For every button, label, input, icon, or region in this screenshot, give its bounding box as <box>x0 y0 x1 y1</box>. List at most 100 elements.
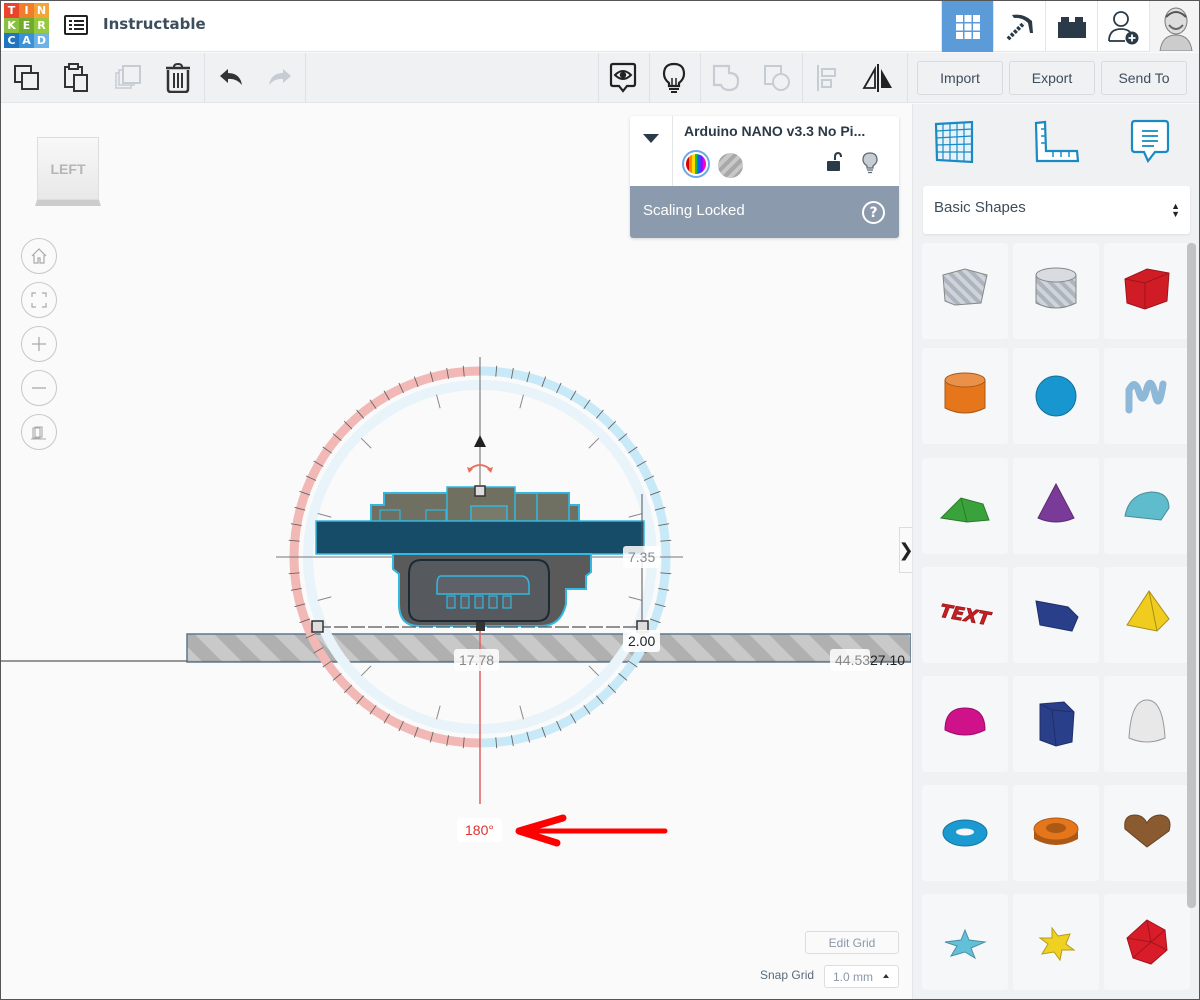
workplane[interactable]: LEFT 7.35 2.00 17.78 44.53 27.10 180° Ar… <box>1 104 914 1000</box>
copy-button[interactable] <box>10 61 44 95</box>
import-button[interactable]: Import <box>917 61 1003 95</box>
shape-tile-text[interactable]: TEXT <box>922 567 1008 663</box>
notes-button[interactable] <box>606 61 640 95</box>
shape-tile-tube[interactable] <box>1013 785 1099 881</box>
sphere-shape-icon <box>1035 375 1077 417</box>
workplane-tab[interactable] <box>929 116 979 168</box>
paste-button[interactable] <box>59 61 93 95</box>
show-all-button[interactable] <box>657 61 691 95</box>
toolbar: Import Export Send To <box>1 53 1199 103</box>
rotation-major-tick <box>588 437 600 449</box>
3d-design-view-button[interactable] <box>941 1 993 52</box>
shapes-scrollbar[interactable] <box>1187 243 1196 908</box>
inspector-header: Arduino NANO v3.3 No Pi... <box>630 116 899 186</box>
shape-tile-polygon[interactable] <box>1013 676 1099 772</box>
workplane-canvas[interactable] <box>1 104 911 1000</box>
help-icon[interactable]: ? <box>862 201 885 224</box>
project-title[interactable]: Instructable <box>103 15 206 33</box>
zoom-in-icon <box>32 337 46 351</box>
fit-view-button[interactable] <box>21 282 57 318</box>
toolbar-divider <box>204 53 205 103</box>
paste-icon <box>64 63 88 92</box>
shape-category-select[interactable]: Basic Shapes ▲ ▼ <box>923 186 1190 234</box>
bricks-button[interactable] <box>1045 1 1097 52</box>
paraboloid-shape-icon <box>1128 699 1166 743</box>
snap-grid-select[interactable]: 1.0 mm <box>824 965 899 988</box>
object-name[interactable]: Arduino NANO v3.3 No Pi... <box>684 123 865 139</box>
redo-button[interactable] <box>263 61 297 95</box>
view-cube-face[interactable]: LEFT <box>37 137 99 200</box>
shape-tile-torus[interactable] <box>922 785 1008 881</box>
user-avatar[interactable] <box>1149 1 1199 52</box>
rotation-major-tick <box>628 596 643 601</box>
invite-user-button[interactable] <box>1097 1 1149 52</box>
shape-tile-cylinder-hole[interactable] <box>1013 243 1099 339</box>
align-button[interactable] <box>810 61 844 95</box>
toolbar-divider <box>598 53 599 103</box>
rotation-major-tick <box>519 394 524 409</box>
text-shape-icon: TEXT <box>938 600 994 631</box>
scale-handle-top[interactable] <box>474 485 486 497</box>
shape-tile-half-sphere[interactable] <box>922 676 1008 772</box>
shape-tile-star[interactable] <box>922 894 1008 990</box>
zoom-in-button[interactable] <box>21 326 57 362</box>
unlock-icon[interactable] <box>826 152 842 172</box>
shape-tile-paraboloid[interactable] <box>1104 676 1190 772</box>
roof-shape-icon <box>939 497 990 523</box>
edit-grid-button[interactable]: Edit Grid <box>805 931 899 954</box>
position-x-label[interactable]: 44.53 <box>830 649 871 671</box>
zoom-out-button[interactable] <box>21 370 57 406</box>
shape-tile-roof[interactable] <box>922 458 1008 554</box>
shape-tile-star-six[interactable] <box>1013 894 1099 990</box>
design-list-icon[interactable] <box>64 15 88 35</box>
star-shape-icon <box>944 928 987 960</box>
shape-tile-cone[interactable] <box>1013 458 1099 554</box>
shape-tile-round-roof[interactable] <box>1104 458 1190 554</box>
lightbulb-icon[interactable] <box>862 152 878 174</box>
shape-tile-scribble[interactable] <box>1104 348 1190 444</box>
width-dimension-label[interactable]: 17.78 <box>454 649 500 671</box>
scale-handle-left[interactable] <box>311 620 324 633</box>
lift-arrow-icon[interactable] <box>474 435 486 447</box>
shape-tile-box[interactable] <box>1104 243 1190 339</box>
shape-tile-wedge[interactable] <box>1013 567 1099 663</box>
elevation-dimension-label[interactable]: 2.00 <box>623 630 661 652</box>
multicolor-swatch-icon <box>686 154 706 174</box>
usb-pin <box>502 595 512 609</box>
undo-button[interactable] <box>214 61 248 95</box>
caret-up-icon <box>883 974 889 978</box>
ungroup-button[interactable] <box>760 61 794 95</box>
group-button[interactable] <box>709 61 743 95</box>
mirror-button[interactable] <box>861 61 895 95</box>
shape-tile-icosahedron[interactable] <box>1104 894 1190 990</box>
inspector-collapse-button[interactable] <box>630 116 673 186</box>
shape-tile-heart[interactable] <box>1104 785 1190 881</box>
height-dimension-label[interactable]: 7.35 <box>623 546 661 568</box>
logo-letter: I <box>19 3 34 18</box>
center-handle[interactable] <box>476 622 485 631</box>
avatar-sketch-icon <box>1158 7 1193 51</box>
shape-tile-box-hole[interactable] <box>922 243 1008 339</box>
perspective-button[interactable] <box>21 414 57 450</box>
ruler-tab[interactable] <box>1031 116 1081 168</box>
export-button[interactable]: Export <box>1009 61 1095 95</box>
collapse-panel-button[interactable]: ❯ <box>898 527 914 573</box>
duplicate-button[interactable] <box>111 61 145 95</box>
shape-tile-pyramid[interactable] <box>1104 567 1190 663</box>
shape-tile-cylinder[interactable] <box>922 348 1008 444</box>
home-view-button[interactable] <box>21 238 57 274</box>
position-y-label[interactable]: 27.10 <box>870 649 907 671</box>
codeblocks-button[interactable] <box>993 1 1045 52</box>
hole-button[interactable] <box>718 153 743 178</box>
delete-button[interactable] <box>161 61 195 95</box>
view-cube[interactable]: LEFT <box>35 137 101 209</box>
home-icon <box>31 248 47 264</box>
pickaxe-icon <box>1006 14 1033 40</box>
send-to-button[interactable]: Send To <box>1101 61 1187 95</box>
shape-tile-sphere[interactable] <box>1013 348 1099 444</box>
tinkercad-logo[interactable]: TINKERCAD <box>4 3 49 48</box>
rotation-major-tick <box>628 513 643 518</box>
notes-tab[interactable] <box>1125 116 1175 168</box>
solid-color-button[interactable] <box>682 150 710 178</box>
tinkercad-app: TINKERCAD Instructable Import Export Sen… <box>0 0 1200 1000</box>
